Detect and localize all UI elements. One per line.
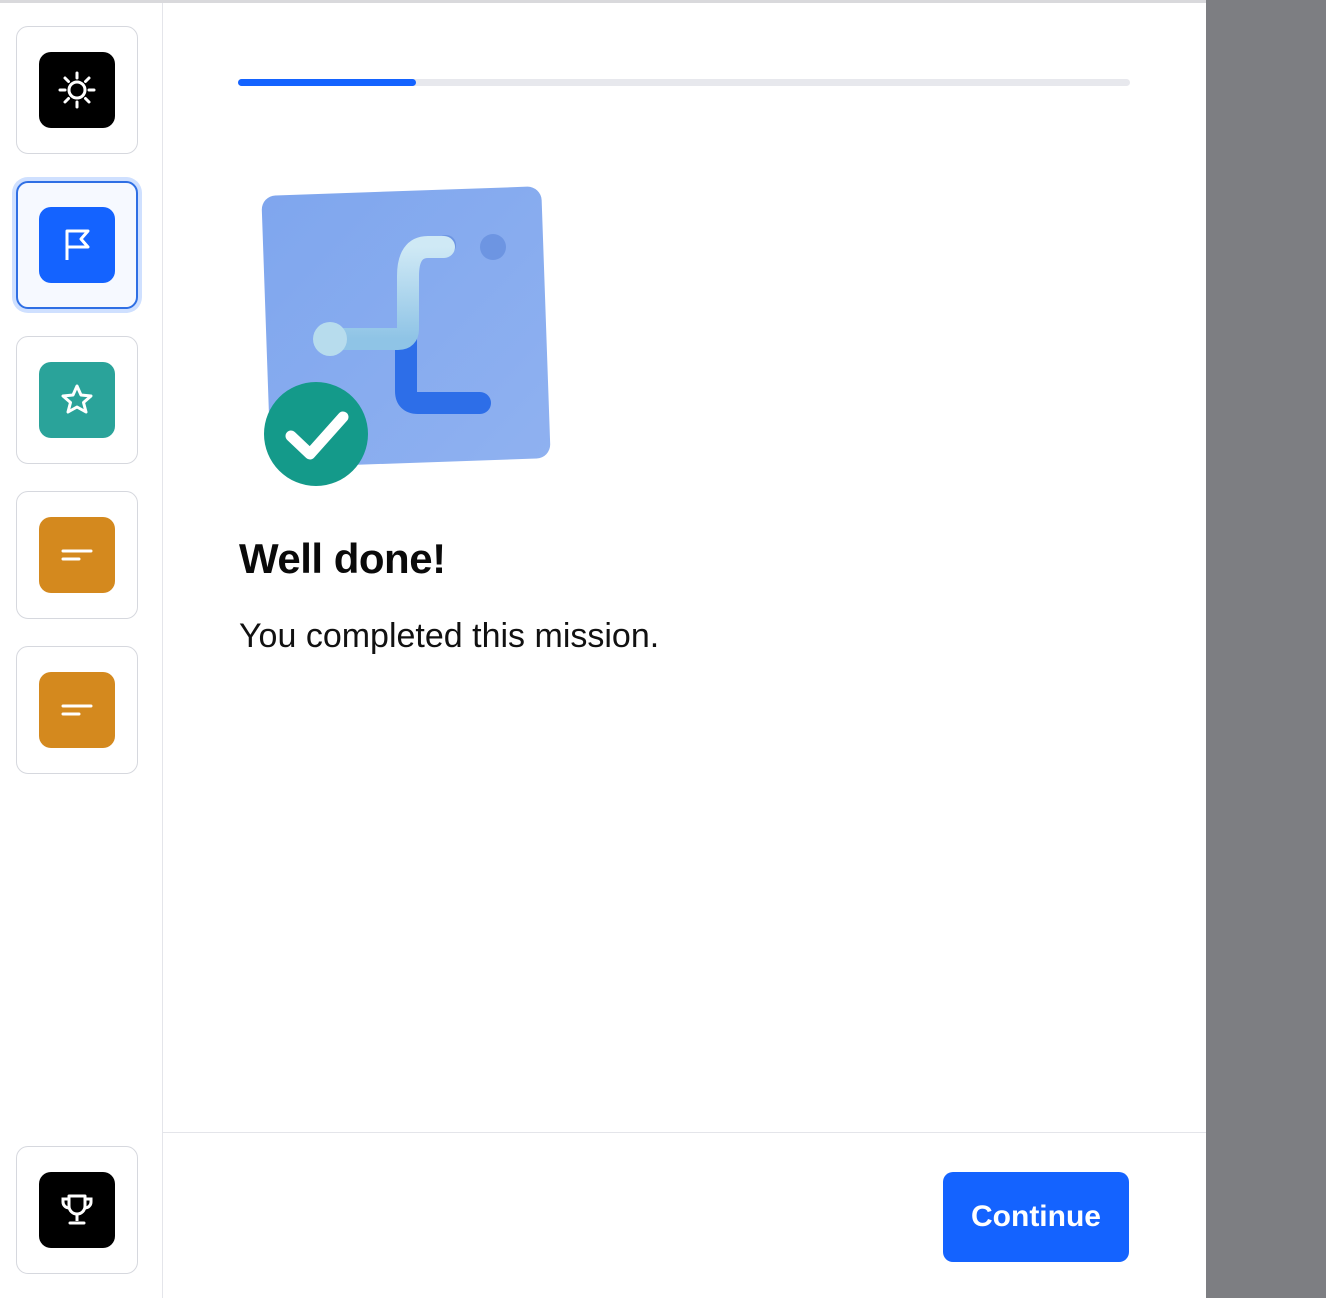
sidebar-item-star[interactable] bbox=[16, 336, 138, 464]
gear-icon bbox=[39, 52, 115, 128]
sidebar-item-mission[interactable] bbox=[16, 181, 138, 309]
star-icon bbox=[39, 362, 115, 438]
trophy-icon bbox=[39, 1172, 115, 1248]
sidebar-item-task-1[interactable] bbox=[16, 491, 138, 619]
sidebar-item-settings[interactable] bbox=[16, 26, 138, 154]
mission-complete-illustration bbox=[258, 181, 558, 491]
progress-bar-fill bbox=[238, 79, 417, 86]
continue-button[interactable]: Continue bbox=[943, 1172, 1129, 1262]
flag-icon bbox=[39, 207, 115, 283]
page-title: Well done! bbox=[239, 535, 446, 582]
page-subtitle: You completed this mission. bbox=[239, 617, 660, 655]
sidebar-item-task-2[interactable] bbox=[16, 646, 138, 774]
lines-icon bbox=[39, 517, 115, 593]
footer-divider bbox=[163, 1132, 1206, 1133]
modal-backdrop bbox=[1206, 0, 1326, 1298]
sidebar bbox=[0, 3, 163, 1298]
sidebar-item-trophy[interactable] bbox=[16, 1146, 138, 1274]
lines-icon bbox=[39, 672, 115, 748]
progress-bar bbox=[238, 79, 1130, 86]
main-panel: Well done! You completed this mission. C… bbox=[163, 3, 1206, 1298]
